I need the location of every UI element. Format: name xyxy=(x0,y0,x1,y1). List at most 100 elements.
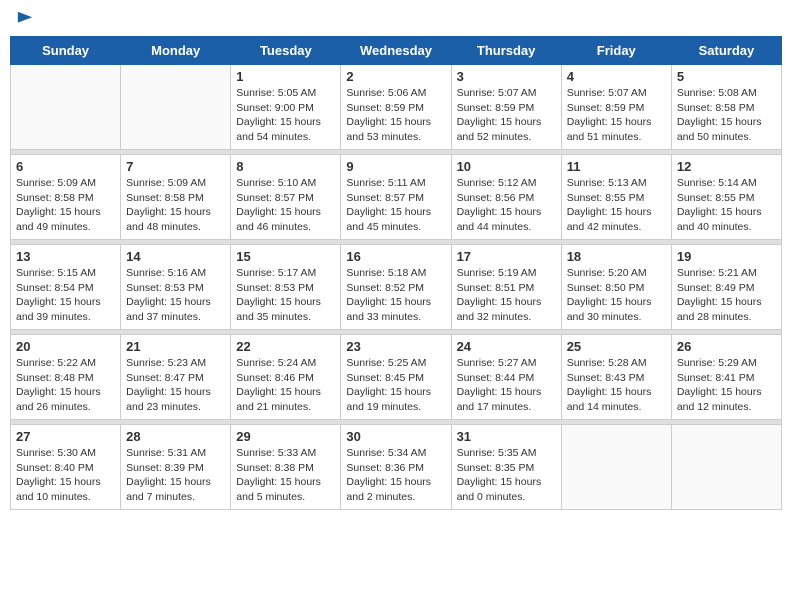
col-saturday: Saturday xyxy=(671,37,781,65)
week-row-1: 6 Sunrise: 5:09 AM Sunset: 8:58 PM Daylig… xyxy=(11,155,782,240)
cell-1-2: 8 Sunrise: 5:10 AM Sunset: 8:57 PM Daylig… xyxy=(231,155,341,240)
cell-detail-13: Sunrise: 5:15 AM Sunset: 8:54 PM Dayligh… xyxy=(16,266,115,325)
cell-detail-1: Sunrise: 5:05 AM Sunset: 9:00 PM Dayligh… xyxy=(236,86,335,145)
cell-detail-18: Sunrise: 5:20 AM Sunset: 8:50 PM Dayligh… xyxy=(567,266,666,325)
cell-detail-10: Sunrise: 5:12 AM Sunset: 8:56 PM Dayligh… xyxy=(457,176,556,235)
cell-detail-5: Sunrise: 5:08 AM Sunset: 8:58 PM Dayligh… xyxy=(677,86,776,145)
day-number-20: 20 xyxy=(16,339,115,354)
col-tuesday: Tuesday xyxy=(231,37,341,65)
cell-detail-20: Sunrise: 5:22 AM Sunset: 8:48 PM Dayligh… xyxy=(16,356,115,415)
day-number-21: 21 xyxy=(126,339,225,354)
page-header xyxy=(10,10,782,28)
cell-detail-3: Sunrise: 5:07 AM Sunset: 8:59 PM Dayligh… xyxy=(457,86,556,145)
day-number-5: 5 xyxy=(677,69,776,84)
cell-3-0: 20 Sunrise: 5:22 AM Sunset: 8:48 PM Dayli… xyxy=(11,335,121,420)
cell-3-5: 25 Sunrise: 5:28 AM Sunset: 8:43 PM Dayli… xyxy=(561,335,671,420)
cell-detail-16: Sunrise: 5:18 AM Sunset: 8:52 PM Dayligh… xyxy=(346,266,445,325)
cell-4-0: 27 Sunrise: 5:30 AM Sunset: 8:40 PM Dayli… xyxy=(11,425,121,510)
cell-2-1: 14 Sunrise: 5:16 AM Sunset: 8:53 PM Dayli… xyxy=(121,245,231,330)
cell-4-4: 31 Sunrise: 5:35 AM Sunset: 8:35 PM Dayli… xyxy=(451,425,561,510)
day-number-25: 25 xyxy=(567,339,666,354)
cell-detail-6: Sunrise: 5:09 AM Sunset: 8:58 PM Dayligh… xyxy=(16,176,115,235)
day-number-3: 3 xyxy=(457,69,556,84)
cell-0-5: 4 Sunrise: 5:07 AM Sunset: 8:59 PM Daylig… xyxy=(561,65,671,150)
day-number-4: 4 xyxy=(567,69,666,84)
cell-2-4: 17 Sunrise: 5:19 AM Sunset: 8:51 PM Dayli… xyxy=(451,245,561,330)
cell-detail-15: Sunrise: 5:17 AM Sunset: 8:53 PM Dayligh… xyxy=(236,266,335,325)
cell-detail-11: Sunrise: 5:13 AM Sunset: 8:55 PM Dayligh… xyxy=(567,176,666,235)
day-number-6: 6 xyxy=(16,159,115,174)
calendar-table: Sunday Monday Tuesday Wednesday Thursday… xyxy=(10,36,782,510)
cell-0-4: 3 Sunrise: 5:07 AM Sunset: 8:59 PM Daylig… xyxy=(451,65,561,150)
day-number-11: 11 xyxy=(567,159,666,174)
cell-3-2: 22 Sunrise: 5:24 AM Sunset: 8:46 PM Dayli… xyxy=(231,335,341,420)
cell-0-2: 1Sunrise: 5:05 AM Sunset: 9:00 PM Daylig… xyxy=(231,65,341,150)
day-number-12: 12 xyxy=(677,159,776,174)
cell-detail-28: Sunrise: 5:31 AM Sunset: 8:39 PM Dayligh… xyxy=(126,446,225,505)
cell-detail-4: Sunrise: 5:07 AM Sunset: 8:59 PM Dayligh… xyxy=(567,86,666,145)
cell-2-6: 19 Sunrise: 5:21 AM Sunset: 8:49 PM Dayli… xyxy=(671,245,781,330)
day-number-17: 17 xyxy=(457,249,556,264)
cell-detail-22: Sunrise: 5:24 AM Sunset: 8:46 PM Dayligh… xyxy=(236,356,335,415)
day-number-16: 16 xyxy=(346,249,445,264)
cell-0-1 xyxy=(121,65,231,150)
cell-4-2: 29Sunrise: 5:33 AM Sunset: 8:38 PM Dayli… xyxy=(231,425,341,510)
cell-detail-17: Sunrise: 5:19 AM Sunset: 8:51 PM Dayligh… xyxy=(457,266,556,325)
cell-2-2: 15 Sunrise: 5:17 AM Sunset: 8:53 PM Dayli… xyxy=(231,245,341,330)
cell-detail-30: Sunrise: 5:34 AM Sunset: 8:36 PM Dayligh… xyxy=(346,446,445,505)
cell-3-6: 26Sunrise: 5:29 AM Sunset: 8:41 PM Dayli… xyxy=(671,335,781,420)
cell-1-5: 11 Sunrise: 5:13 AM Sunset: 8:55 PM Dayli… xyxy=(561,155,671,240)
col-thursday: Thursday xyxy=(451,37,561,65)
cell-2-3: 16 Sunrise: 5:18 AM Sunset: 8:52 PM Dayli… xyxy=(341,245,451,330)
col-monday: Monday xyxy=(121,37,231,65)
cell-1-1: 7 Sunrise: 5:09 AM Sunset: 8:58 PM Daylig… xyxy=(121,155,231,240)
week-row-0: 1Sunrise: 5:05 AM Sunset: 9:00 PM Daylig… xyxy=(11,65,782,150)
day-number-28: 28 xyxy=(126,429,225,444)
calendar-header-row: Sunday Monday Tuesday Wednesday Thursday… xyxy=(11,37,782,65)
day-number-8: 8 xyxy=(236,159,335,174)
day-number-15: 15 xyxy=(236,249,335,264)
cell-3-3: 23 Sunrise: 5:25 AM Sunset: 8:45 PM Dayli… xyxy=(341,335,451,420)
cell-detail-26: Sunrise: 5:29 AM Sunset: 8:41 PM Dayligh… xyxy=(677,356,776,415)
cell-detail-12: Sunrise: 5:14 AM Sunset: 8:55 PM Dayligh… xyxy=(677,176,776,235)
cell-detail-31: Sunrise: 5:35 AM Sunset: 8:35 PM Dayligh… xyxy=(457,446,556,505)
cell-detail-2: Sunrise: 5:06 AM Sunset: 8:59 PM Dayligh… xyxy=(346,86,445,145)
day-number-19: 19 xyxy=(677,249,776,264)
day-number-10: 10 xyxy=(457,159,556,174)
day-number-31: 31 xyxy=(457,429,556,444)
cell-4-3: 30Sunrise: 5:34 AM Sunset: 8:36 PM Dayli… xyxy=(341,425,451,510)
logo-flag-icon xyxy=(16,10,34,28)
day-number-23: 23 xyxy=(346,339,445,354)
cell-detail-25: Sunrise: 5:28 AM Sunset: 8:43 PM Dayligh… xyxy=(567,356,666,415)
day-number-22: 22 xyxy=(236,339,335,354)
cell-0-3: 2 Sunrise: 5:06 AM Sunset: 8:59 PM Daylig… xyxy=(341,65,451,150)
cell-detail-21: Sunrise: 5:23 AM Sunset: 8:47 PM Dayligh… xyxy=(126,356,225,415)
cell-detail-19: Sunrise: 5:21 AM Sunset: 8:49 PM Dayligh… xyxy=(677,266,776,325)
cell-detail-24: Sunrise: 5:27 AM Sunset: 8:44 PM Dayligh… xyxy=(457,356,556,415)
cell-0-6: 5 Sunrise: 5:08 AM Sunset: 8:58 PM Daylig… xyxy=(671,65,781,150)
day-number-14: 14 xyxy=(126,249,225,264)
week-row-3: 20 Sunrise: 5:22 AM Sunset: 8:48 PM Dayli… xyxy=(11,335,782,420)
cell-detail-29: Sunrise: 5:33 AM Sunset: 8:38 PM Dayligh… xyxy=(236,446,335,505)
day-number-13: 13 xyxy=(16,249,115,264)
cell-1-3: 9Sunrise: 5:11 AM Sunset: 8:57 PM Daylig… xyxy=(341,155,451,240)
cell-1-6: 12 Sunrise: 5:14 AM Sunset: 8:55 PM Dayli… xyxy=(671,155,781,240)
day-number-9: 9 xyxy=(346,159,445,174)
cell-3-4: 24 Sunrise: 5:27 AM Sunset: 8:44 PM Dayli… xyxy=(451,335,561,420)
cell-4-5 xyxy=(561,425,671,510)
cell-detail-27: Sunrise: 5:30 AM Sunset: 8:40 PM Dayligh… xyxy=(16,446,115,505)
cell-detail-14: Sunrise: 5:16 AM Sunset: 8:53 PM Dayligh… xyxy=(126,266,225,325)
cell-detail-8: Sunrise: 5:10 AM Sunset: 8:57 PM Dayligh… xyxy=(236,176,335,235)
col-friday: Friday xyxy=(561,37,671,65)
cell-detail-7: Sunrise: 5:09 AM Sunset: 8:58 PM Dayligh… xyxy=(126,176,225,235)
day-number-24: 24 xyxy=(457,339,556,354)
cell-4-1: 28 Sunrise: 5:31 AM Sunset: 8:39 PM Dayli… xyxy=(121,425,231,510)
day-number-7: 7 xyxy=(126,159,225,174)
day-number-27: 27 xyxy=(16,429,115,444)
cell-detail-23: Sunrise: 5:25 AM Sunset: 8:45 PM Dayligh… xyxy=(346,356,445,415)
col-sunday: Sunday xyxy=(11,37,121,65)
day-number-2: 2 xyxy=(346,69,445,84)
week-row-2: 13 Sunrise: 5:15 AM Sunset: 8:54 PM Dayli… xyxy=(11,245,782,330)
cell-1-4: 10 Sunrise: 5:12 AM Sunset: 8:56 PM Dayli… xyxy=(451,155,561,240)
day-number-18: 18 xyxy=(567,249,666,264)
